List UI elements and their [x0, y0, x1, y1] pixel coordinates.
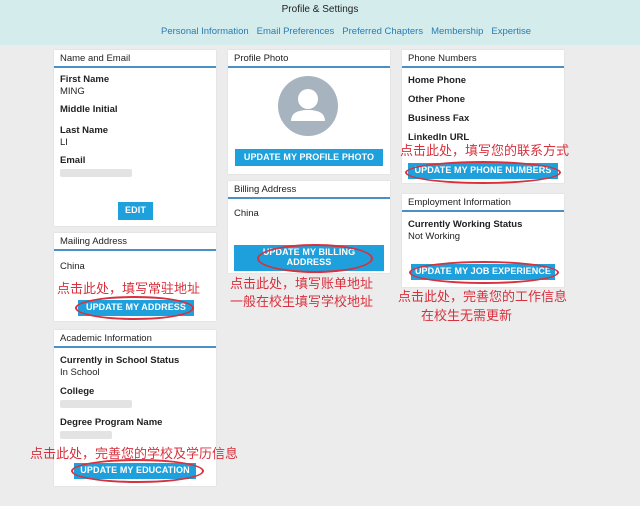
annotation-note: 在校生无需更新	[421, 309, 513, 324]
edit-button[interactable]: EDIT	[118, 202, 153, 220]
nav-email-preferences[interactable]: Email Preferences	[257, 26, 335, 37]
working-status-label: Currently Working Status	[408, 219, 523, 230]
home-phone-label: Home Phone	[408, 75, 467, 86]
annotation-note: 点击此处，填写您的联系方式	[400, 144, 570, 159]
business-fax-label: Business Fax	[408, 113, 470, 124]
school-status-value: In School	[60, 367, 100, 378]
profile-photo-card: Profile Photo UPDATE MY PROFILE PHOTO	[228, 50, 390, 174]
nav-membership[interactable]: Membership	[431, 26, 483, 37]
card-title: Profile Photo	[228, 50, 390, 68]
name-email-card: Name and Email First Name MING Middle In…	[54, 50, 216, 226]
nav-preferred-chapters[interactable]: Preferred Chapters	[342, 26, 423, 37]
first-name-value: MING	[60, 86, 85, 97]
billing-address-card: Billing Address China UPDATE MY BILLING …	[228, 181, 390, 273]
first-name-label: First Name	[60, 74, 110, 85]
update-billing-address-button[interactable]: UPDATE MY BILLING ADDRESS	[234, 245, 384, 271]
card-title: Mailing Address	[54, 233, 216, 251]
annotation-note: 点击此处，填写账单地址	[230, 277, 374, 292]
degree-value-redacted	[60, 431, 112, 439]
annotation-note: 点击此处，完善您的学校及学历信息	[30, 447, 239, 462]
email-label: Email	[60, 155, 86, 166]
card-title: Phone Numbers	[402, 50, 564, 68]
last-name-label: Last Name	[60, 125, 109, 136]
card-title: Billing Address	[228, 181, 390, 199]
profile-nav: Personal Information Email Preferences P…	[161, 26, 531, 37]
working-status-value: Not Working	[408, 231, 461, 242]
middle-initial-label: Middle Initial	[60, 104, 118, 115]
school-status-label: Currently in School Status	[60, 355, 180, 366]
annotation-note: 一般在校生填写学校地址	[230, 295, 374, 310]
update-education-button[interactable]: UPDATE MY EDUCATION	[74, 463, 196, 479]
phone-numbers-card: Phone Numbers Home Phone Other Phone Bus…	[402, 50, 564, 183]
other-phone-label: Other Phone	[408, 94, 466, 105]
button-label-line: ADDRESS	[286, 257, 332, 267]
card-title: Name and Email	[54, 50, 216, 68]
page-title: Profile & Settings	[281, 4, 359, 15]
annotation-note: 点击此处，填写常驻地址	[57, 282, 201, 297]
email-value-redacted	[60, 169, 132, 177]
card-title: Employment Information	[402, 194, 564, 212]
linkedin-url-label: LinkedIn URL	[408, 132, 470, 143]
nav-personal-information[interactable]: Personal Information	[161, 26, 249, 37]
billing-address-value: China	[234, 208, 259, 219]
college-value-redacted	[60, 400, 132, 408]
last-name-value: LI	[60, 137, 68, 148]
update-job-experience-button[interactable]: UPDATE MY JOB EXPERIENCE	[411, 264, 555, 280]
degree-label: Degree Program Name	[60, 417, 163, 428]
employment-card: Employment Information Currently Working…	[402, 194, 564, 287]
mailing-address-value: China	[60, 261, 85, 272]
annotation-note: 点击此处，完善您的工作信息	[398, 290, 568, 305]
person-silhouette-icon	[278, 76, 338, 136]
mailing-address-card: Mailing Address China UPDATE MY ADDRESS	[54, 233, 216, 321]
update-phone-numbers-button[interactable]: UPDATE MY PHONE NUMBERS	[408, 163, 558, 179]
page-header: Profile & Settings Personal Information …	[0, 0, 640, 45]
college-label: College	[60, 386, 95, 397]
update-address-button[interactable]: UPDATE MY ADDRESS	[78, 300, 194, 316]
nav-expertise[interactable]: Expertise	[491, 26, 531, 37]
card-title: Academic Information	[54, 330, 216, 348]
update-profile-photo-button[interactable]: UPDATE MY PROFILE PHOTO	[235, 149, 383, 166]
